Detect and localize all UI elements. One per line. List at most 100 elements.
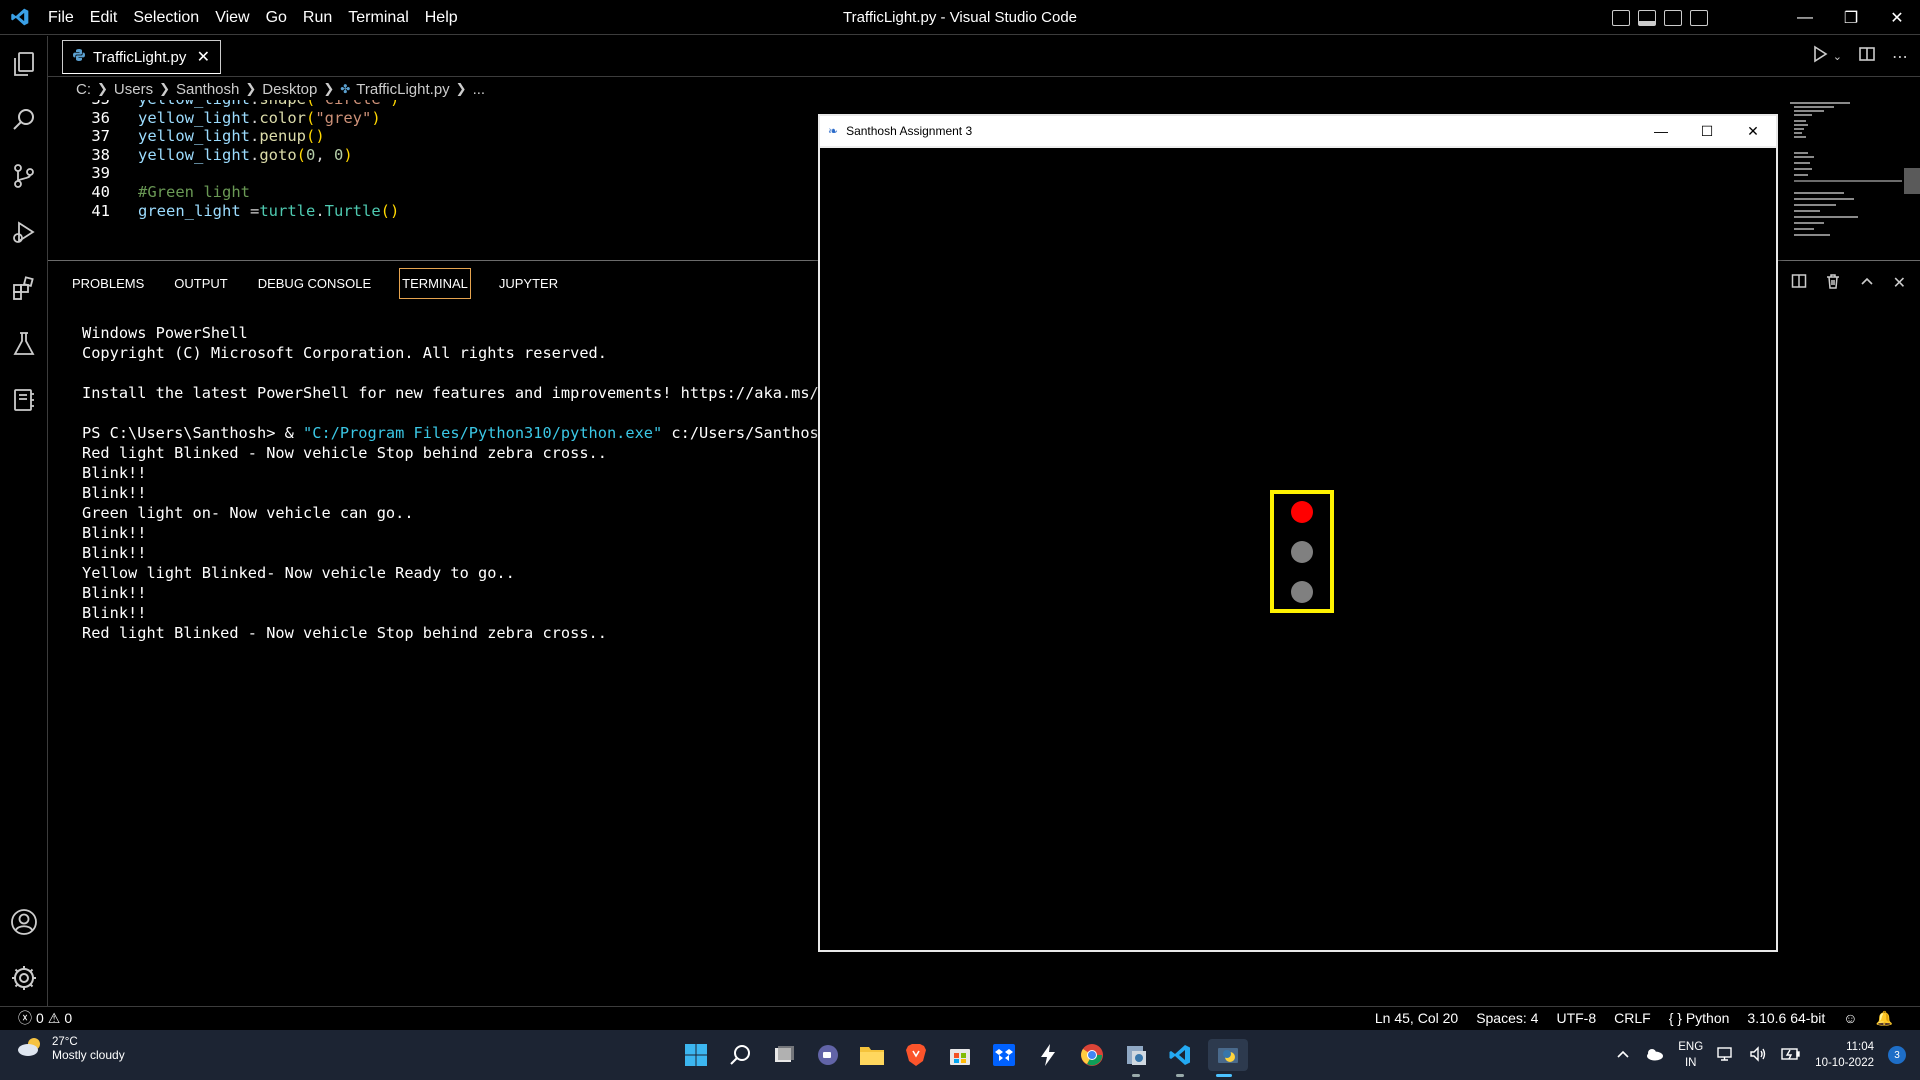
breadcrumb-desktop[interactable]: Desktop (262, 81, 317, 98)
toggle-sidebar-icon[interactable] (1612, 9, 1630, 26)
menu-run[interactable]: Run (295, 0, 340, 35)
extensions-icon[interactable] (0, 260, 48, 316)
lightning-app-icon[interactable] (1032, 1039, 1064, 1071)
language-mode[interactable]: { } Python (1660, 1010, 1739, 1026)
app-running-indicator (1176, 1074, 1184, 1077)
cursor-position[interactable]: Ln 45, Col 20 (1366, 1010, 1467, 1026)
minimize-button[interactable]: — (1782, 0, 1828, 35)
search-icon[interactable] (0, 92, 48, 148)
tab-close-icon[interactable]: ✕ (197, 47, 210, 67)
onedrive-cloud-icon[interactable] (1644, 1047, 1664, 1064)
testing-icon[interactable] (0, 316, 48, 372)
split-terminal-icon[interactable] (1791, 273, 1807, 294)
settings-gear-icon[interactable] (0, 950, 48, 1006)
kill-terminal-trash-icon[interactable] (1825, 273, 1841, 294)
file-explorer-icon[interactable] (856, 1039, 888, 1071)
windows-start-icon[interactable] (680, 1039, 712, 1071)
breadcrumb-santhosh[interactable]: Santhosh (176, 81, 239, 98)
brave-browser-icon[interactable] (900, 1039, 932, 1071)
python-idle-icon[interactable] (1120, 1039, 1152, 1077)
breadcrumb-symbol[interactable]: ... (473, 81, 486, 98)
notifications-bell-icon[interactable]: 🔔 (1867, 1010, 1902, 1027)
terminal-text: Red light Blinked - Now vehicle Stop beh… (82, 444, 607, 462)
clock-date: 10-10-2022 (1815, 1057, 1874, 1069)
run-python-file-icon[interactable] (1811, 45, 1829, 68)
chrome-browser-icon[interactable] (1076, 1039, 1108, 1071)
turtle-minimize-button[interactable]: — (1638, 116, 1684, 146)
taskbar-search-icon[interactable] (724, 1039, 756, 1071)
clock[interactable]: 11:04 10-10-2022 (1815, 1039, 1874, 1071)
code-token: green_light (138, 201, 241, 220)
code-token: Turtle (324, 201, 381, 220)
maximize-panel-chevron-up-icon[interactable] (1859, 273, 1875, 294)
input-language[interactable]: ENG IN (1678, 1039, 1703, 1071)
turtle-close-button[interactable]: ✕ (1730, 116, 1776, 146)
jupyter-notebook-icon[interactable] (0, 372, 48, 428)
explorer-icon[interactable] (0, 36, 48, 92)
tab-jupyter[interactable]: JUPYTER (497, 269, 560, 298)
microsoft-store-icon[interactable] (944, 1039, 976, 1071)
line-ending[interactable]: CRLF (1605, 1010, 1660, 1026)
menu-selection[interactable]: Selection (125, 0, 207, 35)
breadcrumb-file[interactable]: TrafficLight.py (356, 81, 449, 98)
terminal-text: Yellow light Blinked- Now vehicle Ready … (82, 564, 515, 582)
encoding[interactable]: UTF-8 (1547, 1010, 1605, 1026)
close-button[interactable]: ✕ (1874, 0, 1920, 35)
turtle-maximize-button[interactable]: ☐ (1684, 116, 1730, 146)
breadcrumb-drive[interactable]: C: (76, 81, 91, 98)
source-control-icon[interactable] (0, 148, 48, 204)
breadcrumb-users[interactable]: Users (114, 81, 153, 98)
editor-scrollbar-thumb[interactable] (1904, 168, 1920, 194)
indentation[interactable]: Spaces: 4 (1467, 1010, 1547, 1026)
menu-help[interactable]: Help (417, 0, 466, 35)
taskbar: 27°C Mostly cloudy ENG IN 11:04 10-10-20… (0, 1030, 1920, 1080)
terminal-line: Blink!! (82, 463, 862, 483)
menu-edit[interactable]: Edit (82, 0, 126, 35)
tab-terminal[interactable]: TERMINAL (399, 267, 471, 299)
minimap[interactable] (1790, 100, 1902, 260)
account-icon[interactable] (0, 894, 48, 950)
close-panel-icon[interactable]: ✕ (1893, 273, 1906, 294)
tab-trafficlight-py[interactable]: TrafficLight.py ✕ (62, 40, 221, 74)
menu-view[interactable]: View (207, 0, 257, 35)
feedback-icon[interactable]: ☺ (1834, 1010, 1866, 1026)
volume-speaker-icon[interactable] (1749, 1045, 1767, 1065)
code-token: ( (306, 108, 316, 127)
dropbox-icon[interactable] (988, 1039, 1020, 1071)
run-debug-icon[interactable] (0, 204, 48, 260)
terminal-line: Blink!! (82, 603, 862, 623)
feather-icon: ❧ (828, 124, 839, 138)
problems-status[interactable]: ⓧ 0 ⚠ 0 (18, 1007, 72, 1029)
restore-button[interactable]: ❐ (1828, 0, 1874, 35)
task-view-icon[interactable] (768, 1039, 800, 1071)
weather-widget[interactable]: 27°C Mostly cloudy (16, 1036, 125, 1062)
run-dropdown-chevron-icon[interactable]: ⌄ (1833, 50, 1842, 63)
terminal-line: Blink!! (82, 483, 862, 503)
menu-go[interactable]: Go (258, 0, 295, 35)
code-token: 0 (306, 145, 316, 164)
more-actions-icon[interactable]: ⋯ (1892, 47, 1908, 67)
vscode-taskbar-icon[interactable] (1164, 1039, 1196, 1077)
tab-output[interactable]: OUTPUT (172, 269, 229, 298)
terminal-output[interactable]: Windows PowerShell Copyright (C) Microsof… (82, 323, 862, 643)
python-interpreter[interactable]: 3.10.6 64-bit (1738, 1010, 1834, 1026)
show-hidden-icons-chevron-icon[interactable] (1616, 1048, 1630, 1062)
battery-icon[interactable] (1781, 1047, 1801, 1064)
code-token: goto (259, 145, 297, 164)
notification-count-badge[interactable]: 3 (1888, 1046, 1906, 1064)
toggle-secondary-sidebar-icon[interactable] (1664, 9, 1682, 26)
menu-file[interactable]: File (40, 0, 82, 35)
tab-debug-console[interactable]: DEBUG CONSOLE (256, 269, 373, 298)
customize-layout-icon[interactable] (1690, 9, 1708, 26)
editor-actions: ⌄ ⋯ (1811, 36, 1908, 77)
taskbar-apps (680, 1030, 1248, 1080)
python-turtle-taskbar-icon[interactable] (1208, 1039, 1248, 1077)
vscode-logo-icon (0, 0, 40, 35)
split-editor-icon[interactable] (1858, 45, 1876, 68)
toggle-panel-icon[interactable] (1638, 9, 1656, 26)
network-icon[interactable] (1717, 1046, 1735, 1065)
menu-terminal[interactable]: Terminal (340, 0, 416, 35)
tab-problems[interactable]: PROBLEMS (70, 269, 146, 298)
teams-chat-icon[interactable] (812, 1039, 844, 1071)
turtle-canvas[interactable] (820, 146, 1776, 950)
